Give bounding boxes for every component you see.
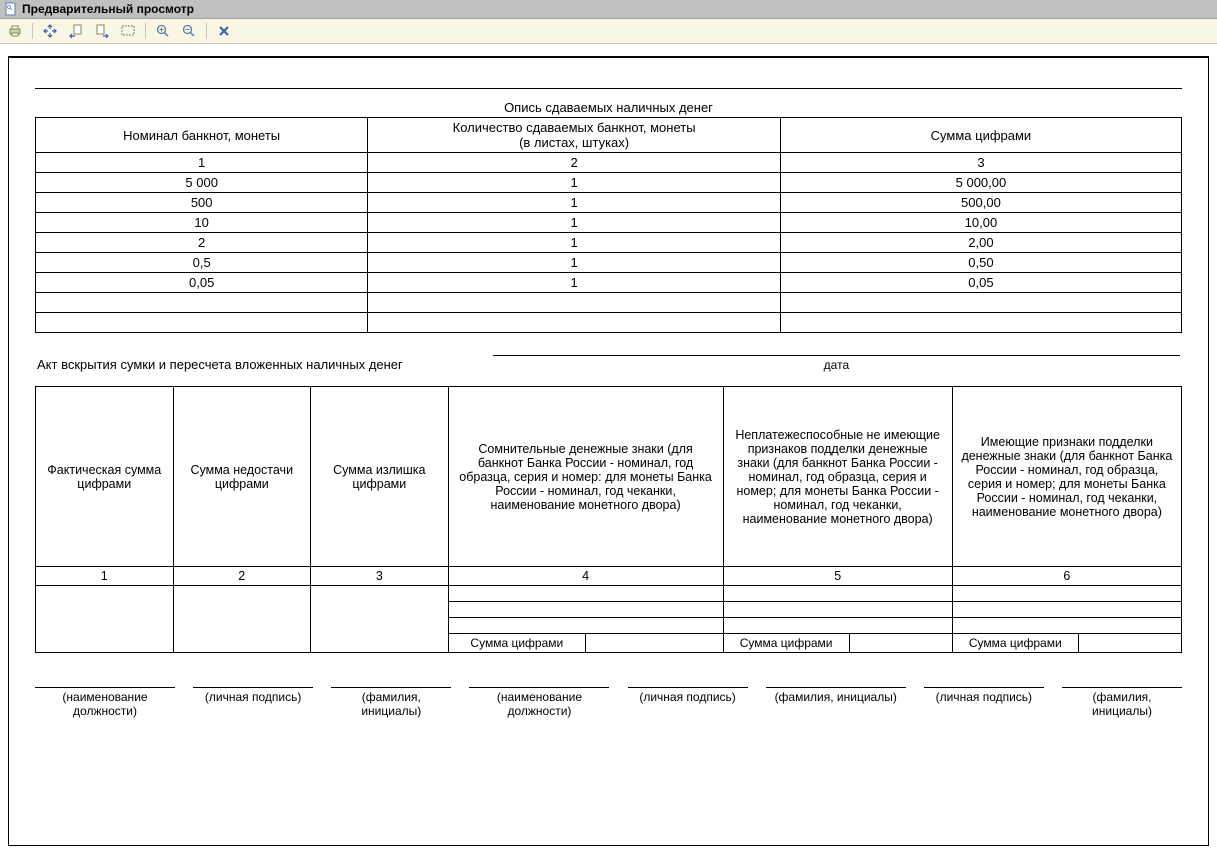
sig-name: (фамилия, инициалы) <box>1062 687 1182 718</box>
print-button[interactable] <box>6 22 24 40</box>
inventory-header-qty-line1: Количество сдаваемых банкнот, монеты <box>372 120 776 135</box>
date-field <box>493 355 1180 356</box>
sum-value-cell <box>849 634 952 653</box>
sig-position: (наименование должности) <box>35 687 175 718</box>
table-row: 0,5 1 0,50 <box>36 253 1182 273</box>
sig-signature: (личная подпись) <box>193 687 313 718</box>
cell-nominal: 0,05 <box>36 273 368 293</box>
zoom-out-button[interactable] <box>180 22 198 40</box>
prev-page-button[interactable] <box>67 22 85 40</box>
idx-cell: 3 <box>780 153 1181 173</box>
idx-cell: 2 <box>173 567 311 586</box>
sig-name: (фамилия, инициалы) <box>331 687 451 718</box>
act-header-6: Имеющие признаки подделки денежные знаки… <box>952 387 1181 567</box>
cell-sum: 0,05 <box>780 273 1181 293</box>
sum-value-cell <box>1078 634 1181 653</box>
toolbar-separator <box>32 23 33 39</box>
idx-cell: 1 <box>36 567 174 586</box>
act-cell <box>448 618 723 634</box>
cell-nominal: 500 <box>36 193 368 213</box>
window-title-bar: Предварительный просмотр <box>0 0 1217 19</box>
act-cell <box>173 586 311 653</box>
cell-qty: 1 <box>368 233 781 253</box>
table-row: 0,05 1 0,05 <box>36 273 1182 293</box>
date-label: дата <box>493 358 1180 372</box>
table-row: 5 000 1 5 000,00 <box>36 173 1182 193</box>
zoom-in-button[interactable] <box>154 22 172 40</box>
fit-button[interactable] <box>41 22 59 40</box>
act-cell <box>311 586 449 653</box>
inventory-title: Опись сдаваемых наличных денег <box>36 98 1182 118</box>
document-icon <box>4 2 18 16</box>
inventory-header-qty: Количество сдаваемых банкнот, монеты (в … <box>368 118 781 153</box>
cell-qty: 1 <box>368 173 781 193</box>
act-cell <box>723 602 952 618</box>
cell-qty: 1 <box>368 213 781 233</box>
cell-sum: 10,00 <box>780 213 1181 233</box>
cell-sum: 2,00 <box>780 233 1181 253</box>
sig-signature: (личная подпись) <box>628 687 748 718</box>
cell-sum: 500,00 <box>780 193 1181 213</box>
table-row: 10 1 10,00 <box>36 213 1182 233</box>
idx-cell: 4 <box>448 567 723 586</box>
toolbar-separator <box>145 23 146 39</box>
act-cell <box>448 602 723 618</box>
act-header-5: Неплатежеспособные не имеющие признаков … <box>723 387 952 567</box>
marquee-select-button[interactable] <box>119 22 137 40</box>
preview-area: Опись сдаваемых наличных денег Номинал б… <box>0 44 1217 854</box>
window-title: Предварительный просмотр <box>22 2 194 16</box>
cell-nominal: 10 <box>36 213 368 233</box>
cell-sum: 5 000,00 <box>780 173 1181 193</box>
idx-cell: 1 <box>36 153 368 173</box>
act-heading: Акт вскрытия сумки и пересчета вложенных… <box>37 357 403 372</box>
inventory-header-nominal: Номинал банкнот, монеты <box>36 118 368 153</box>
page: Опись сдаваемых наличных денег Номинал б… <box>8 56 1209 846</box>
idx-cell: 6 <box>952 567 1181 586</box>
act-header-1: Фактическая сумма цифрами <box>36 387 174 567</box>
idx-cell: 2 <box>368 153 781 173</box>
sig-signature: (личная подпись) <box>924 687 1044 718</box>
sum-value-cell <box>586 634 724 653</box>
cell-nominal: 2 <box>36 233 368 253</box>
table-row-empty <box>36 293 1182 313</box>
cell-qty: 1 <box>368 273 781 293</box>
act-cell <box>952 618 1181 634</box>
toolbar-separator <box>206 23 207 39</box>
sig-name: (фамилия, инициалы) <box>766 687 906 718</box>
cell-sum: 0,50 <box>780 253 1181 273</box>
table-row: 500 1 500,00 <box>36 193 1182 213</box>
inventory-header-sum: Сумма цифрами <box>780 118 1181 153</box>
inventory-section: Опись сдаваемых наличных денег Номинал б… <box>35 98 1182 333</box>
act-header-3: Сумма излишка цифрами <box>311 387 449 567</box>
act-cell <box>723 586 952 602</box>
act-cell <box>952 586 1181 602</box>
act-section: Акт вскрытия сумки и пересчета вложенных… <box>35 355 1182 372</box>
act-table: Фактическая сумма цифрами Сумма недостач… <box>35 386 1182 653</box>
cell-qty: 1 <box>368 193 781 213</box>
sum-label: Сумма цифрами <box>952 634 1078 653</box>
idx-cell: 3 <box>311 567 449 586</box>
table-row-empty <box>36 313 1182 333</box>
cell-nominal: 5 000 <box>36 173 368 193</box>
toolbar <box>0 19 1217 44</box>
cell-nominal: 0,5 <box>36 253 368 273</box>
sig-position: (наименование должности) <box>469 687 609 718</box>
sum-label: Сумма цифрами <box>723 634 849 653</box>
act-cell <box>448 586 723 602</box>
signatures-row: (наименование должности) (личная подпись… <box>35 687 1182 718</box>
table-row: 2 1 2,00 <box>36 233 1182 253</box>
idx-cell: 5 <box>723 567 952 586</box>
sum-label: Сумма цифрами <box>448 634 586 653</box>
act-cell <box>952 602 1181 618</box>
inventory-table: Опись сдаваемых наличных денег Номинал б… <box>35 98 1182 333</box>
cell-qty: 1 <box>368 253 781 273</box>
act-header-2: Сумма недостачи цифрами <box>173 387 311 567</box>
close-preview-button[interactable] <box>215 22 233 40</box>
act-cell <box>36 586 174 653</box>
next-page-button[interactable] <box>93 22 111 40</box>
inventory-header-qty-line2: (в листах, штуках) <box>372 135 776 150</box>
act-header-4: Сомнительные денежные знаки (для банкнот… <box>448 387 723 567</box>
act-cell <box>723 618 952 634</box>
